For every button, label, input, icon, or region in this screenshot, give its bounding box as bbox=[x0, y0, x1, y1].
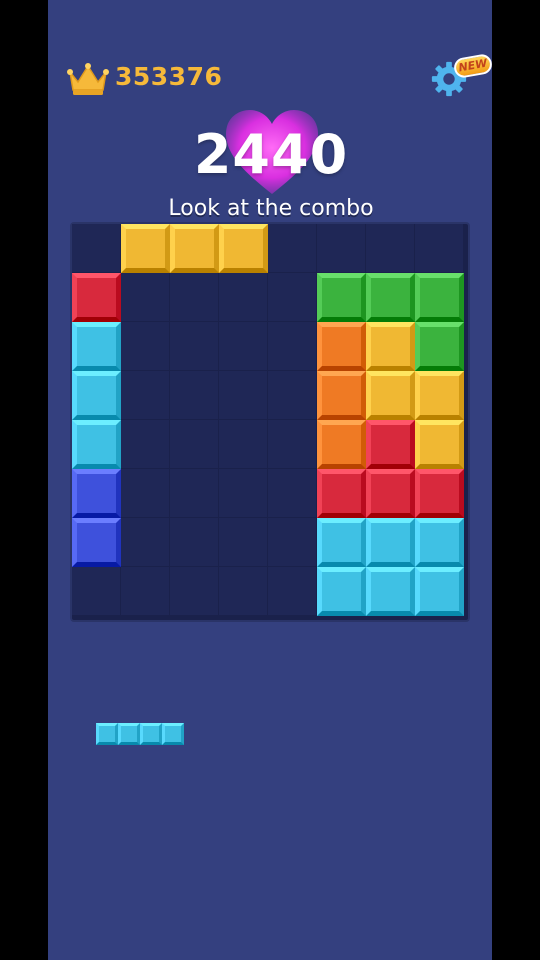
empty-cell[interactable] bbox=[170, 567, 219, 616]
empty-cell[interactable] bbox=[268, 567, 317, 616]
empty-cell[interactable] bbox=[170, 420, 219, 469]
block-cell bbox=[366, 469, 415, 518]
empty-cell[interactable] bbox=[72, 224, 121, 273]
block-cell bbox=[219, 224, 268, 273]
empty-cell[interactable] bbox=[219, 518, 268, 567]
empty-cell[interactable] bbox=[121, 371, 170, 420]
block-cell bbox=[170, 224, 219, 273]
empty-cell[interactable] bbox=[72, 567, 121, 616]
block-cell bbox=[366, 371, 415, 420]
empty-cell[interactable] bbox=[268, 224, 317, 273]
block-cell bbox=[366, 322, 415, 371]
block-cell bbox=[317, 273, 366, 322]
block-cell bbox=[317, 371, 366, 420]
block-cell bbox=[317, 469, 366, 518]
block-cell bbox=[366, 420, 415, 469]
empty-cell[interactable] bbox=[366, 224, 415, 273]
block-cell bbox=[366, 567, 415, 616]
block-cell bbox=[415, 567, 464, 616]
game-board[interactable] bbox=[70, 222, 470, 622]
tray-piece-block[interactable] bbox=[118, 723, 140, 745]
empty-cell[interactable] bbox=[170, 273, 219, 322]
best-score: 353376 bbox=[115, 62, 223, 91]
block-cell bbox=[72, 518, 121, 567]
empty-cell[interactable] bbox=[121, 567, 170, 616]
empty-cell[interactable] bbox=[415, 224, 464, 273]
empty-cell[interactable] bbox=[268, 420, 317, 469]
empty-cell[interactable] bbox=[268, 518, 317, 567]
tray-piece-block[interactable] bbox=[162, 723, 184, 745]
empty-cell[interactable] bbox=[121, 273, 170, 322]
empty-cell[interactable] bbox=[170, 322, 219, 371]
block-cell bbox=[72, 322, 121, 371]
crown-icon bbox=[67, 63, 109, 95]
block-cell bbox=[415, 322, 464, 371]
empty-cell[interactable] bbox=[170, 371, 219, 420]
new-badge: NEW bbox=[452, 52, 494, 80]
empty-cell[interactable] bbox=[170, 518, 219, 567]
empty-cell[interactable] bbox=[219, 322, 268, 371]
empty-cell[interactable] bbox=[121, 322, 170, 371]
empty-cell[interactable] bbox=[219, 371, 268, 420]
empty-cell[interactable] bbox=[268, 371, 317, 420]
block-cell bbox=[415, 518, 464, 567]
block-cell bbox=[72, 420, 121, 469]
block-cell bbox=[415, 371, 464, 420]
empty-cell[interactable] bbox=[219, 420, 268, 469]
tray-piece-block[interactable] bbox=[140, 723, 162, 745]
block-cell bbox=[415, 469, 464, 518]
empty-cell[interactable] bbox=[219, 273, 268, 322]
empty-cell[interactable] bbox=[268, 273, 317, 322]
block-cell bbox=[366, 518, 415, 567]
top-bar: 353376 NEW bbox=[48, 0, 494, 110]
block-cell bbox=[317, 322, 366, 371]
empty-cell[interactable] bbox=[170, 469, 219, 518]
game-screen: 353376 NEW 2440 Look at the combo bbox=[48, 0, 494, 960]
combo-message: Look at the combo bbox=[168, 196, 374, 221]
tray-piece-block[interactable] bbox=[96, 723, 118, 745]
block-cell bbox=[72, 273, 121, 322]
empty-cell[interactable] bbox=[121, 518, 170, 567]
block-cell bbox=[317, 518, 366, 567]
block-cell bbox=[121, 224, 170, 273]
empty-cell[interactable] bbox=[268, 469, 317, 518]
empty-cell[interactable] bbox=[121, 420, 170, 469]
block-cell bbox=[415, 273, 464, 322]
empty-cell[interactable] bbox=[268, 322, 317, 371]
current-score: 2440 bbox=[193, 123, 349, 186]
block-cell bbox=[366, 273, 415, 322]
tray-piece[interactable] bbox=[96, 723, 186, 745]
block-cell bbox=[317, 567, 366, 616]
empty-cell[interactable] bbox=[219, 567, 268, 616]
block-cell bbox=[72, 469, 121, 518]
empty-cell[interactable] bbox=[121, 469, 170, 518]
empty-cell[interactable] bbox=[219, 469, 268, 518]
block-cell bbox=[415, 420, 464, 469]
block-cell bbox=[72, 371, 121, 420]
block-cell bbox=[317, 420, 366, 469]
empty-cell[interactable] bbox=[317, 224, 366, 273]
